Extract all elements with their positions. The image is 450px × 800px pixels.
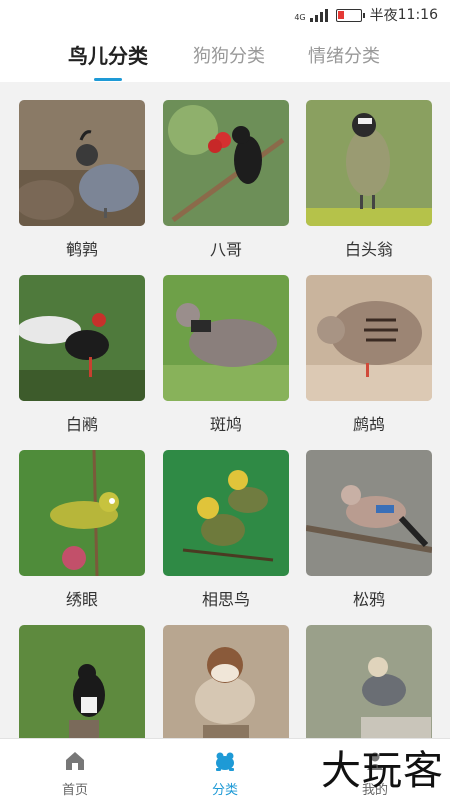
battery-icon — [335, 8, 365, 22]
bird-image-white-eye — [19, 450, 145, 576]
bird-name: 八哥 — [209, 240, 242, 259]
tab-birds[interactable]: 鸟儿分类 — [68, 40, 148, 81]
bird-card-jay[interactable]: 松鸦 — [306, 450, 432, 609]
nav-home[interactable]: 首页 — [0, 739, 150, 800]
bird-name: 斑鸠 — [209, 415, 242, 434]
tab-dogs[interactable]: 狗狗分类 — [193, 42, 265, 68]
bird-image-spotted-dove — [163, 275, 289, 401]
bird-name: 相思鸟 — [201, 590, 250, 609]
bird-name: 松鸦 — [352, 590, 385, 609]
bird-card-leiothrix[interactable]: 相思鸟 — [163, 450, 289, 609]
bird-card-varied-tit[interactable] — [306, 625, 432, 738]
tab-emotions[interactable]: 情绪分类 — [308, 42, 380, 68]
active-tab-indicator — [94, 78, 122, 81]
bird-image-varied-tit — [306, 625, 432, 738]
tab-emotions-label: 情绪分类 — [308, 46, 380, 67]
bird-card-spotted-dove[interactable]: 斑鸠 — [163, 275, 289, 434]
tab-dogs-label: 狗狗分类 — [193, 46, 265, 67]
bird-image-quail — [19, 100, 145, 226]
bird-card-silver-pheasant[interactable]: 白鹇 — [19, 275, 145, 434]
bird-image-partridge — [306, 275, 432, 401]
status-time: 11:16 — [397, 7, 438, 23]
signal-icon: 4G — [294, 8, 328, 22]
bird-image-magpie-robin — [19, 625, 145, 738]
bird-image-silver-pheasant — [19, 275, 145, 401]
home-icon — [66, 752, 84, 770]
bird-name: 鹌鹑 — [65, 240, 98, 259]
status-bar: 4G 半夜 11:16 — [0, 0, 450, 30]
nav-home-label: 首页 — [61, 783, 88, 798]
frog-icon — [216, 752, 234, 771]
bird-image-sparrow — [163, 625, 289, 738]
bird-grid: 鹌鹑 八哥 白头翁 白鹇 斑鸠 鹧鸪 绣眼 相思鸟 松鸦 — [0, 82, 450, 738]
watermark: 大玩客 — [321, 748, 444, 794]
bird-name: 绣眼 — [65, 590, 98, 609]
nav-category-label: 分类 — [211, 783, 238, 798]
bird-image-bulbul — [306, 100, 432, 226]
status-time-prefix: 半夜 — [369, 8, 398, 24]
bird-card-sparrow[interactable] — [163, 625, 289, 738]
bird-name: 鹧鸪 — [352, 415, 385, 434]
nav-category[interactable]: 分类 — [150, 739, 300, 800]
bird-name: 白鹇 — [65, 415, 98, 434]
bird-image-leiothrix — [163, 450, 289, 576]
bird-card-bulbul[interactable]: 白头翁 — [306, 100, 432, 259]
bird-card-myna[interactable]: 八哥 — [163, 100, 289, 259]
bird-name: 白头翁 — [344, 240, 393, 259]
bird-image-jay — [306, 450, 432, 576]
bird-card-magpie-robin[interactable] — [19, 625, 145, 738]
bird-card-partridge[interactable]: 鹧鸪 — [306, 275, 432, 434]
bird-card-quail[interactable]: 鹌鹑 — [19, 100, 145, 259]
tab-birds-label: 鸟儿分类 — [68, 44, 148, 68]
bird-image-myna — [163, 100, 289, 226]
bird-card-white-eye[interactable]: 绣眼 — [19, 450, 145, 609]
category-tabs: 鸟儿分类 狗狗分类 情绪分类 — [0, 30, 450, 82]
